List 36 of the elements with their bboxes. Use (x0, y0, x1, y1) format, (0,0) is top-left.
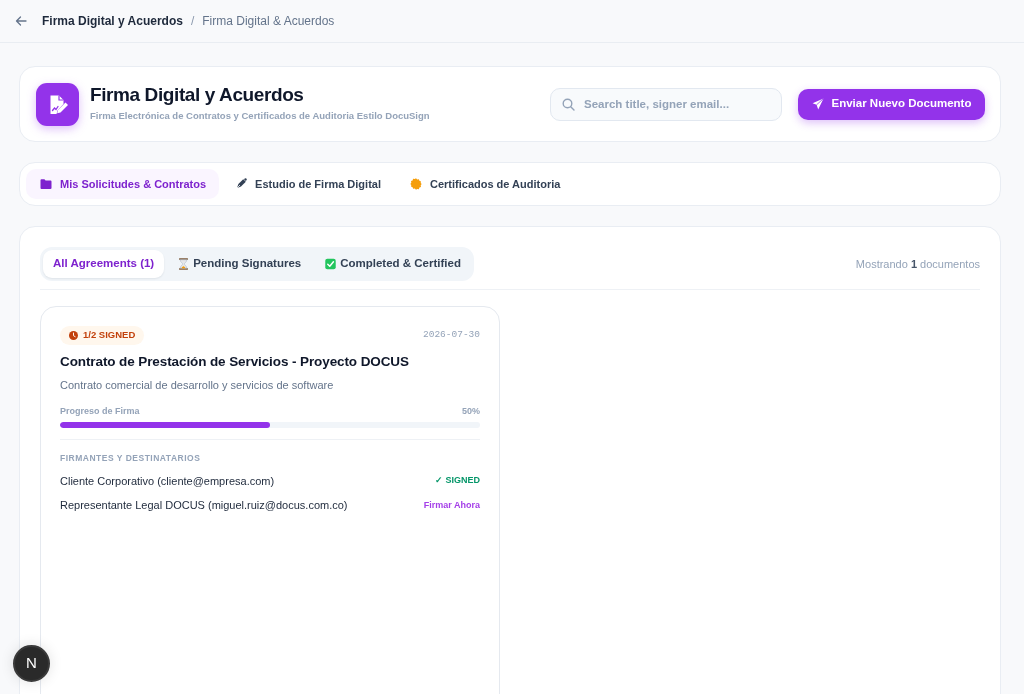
back-arrow-icon (15, 15, 27, 27)
result-count: Mostrando 1 documentos (855, 256, 980, 272)
fountain-pen-icon (235, 178, 248, 190)
signer-name: Representante Legal DOCUS (miguel.ruiz@docus.com.co) (60, 498, 348, 514)
nav-tab[interactable]: Mis Solicitudes & Contratos (26, 169, 220, 199)
document-title: Contrato de Prestación de Servicios - Proyecto DOCUS (60, 354, 410, 371)
document-description: Contrato comercial de desarrollo y servicios de software (60, 378, 335, 394)
filter-tab[interactable]: Pending Signatures (168, 250, 312, 278)
page-subtitle: Firma Electrónica de Contratos y Certificados de Auditoria Estilo DocuSign (90, 109, 430, 124)
progress-label: Progreso de Firma (60, 404, 140, 418)
breadcrumb-link[interactable]: Firma Digital y Acuerdos (42, 12, 183, 30)
back-button[interactable] (13, 13, 29, 29)
seal-icon (410, 178, 422, 190)
hourglass-icon (178, 258, 190, 270)
clock-icon (69, 331, 78, 340)
signer-name: Cliente Corporativo (cliente@empresa.com) (60, 473, 275, 489)
send-new-document-button[interactable]: Enviar Nuevo Documento (798, 88, 985, 120)
page-title: Firma Digital y Acuerdos (90, 84, 305, 107)
signers-heading: FIRMANTES Y DESTINATARIOS (60, 452, 202, 465)
folder-icon (40, 178, 52, 190)
signer-status: ✓ SIGNED (435, 474, 480, 488)
filter-tab[interactable]: Completed & Certified (315, 250, 471, 278)
search-field[interactable]: Search title, signer email... (550, 87, 782, 121)
paper-plane-icon (811, 98, 824, 110)
sign-now-link[interactable]: Firmar Ahora (423, 498, 480, 513)
breadcrumb-current: Firma Digital & Acuerdos (202, 13, 335, 30)
document-pen-icon (36, 82, 79, 126)
check-box-icon (325, 258, 337, 270)
nav-tab[interactable]: Certificados de Auditoria (396, 169, 574, 199)
filter-tab[interactable]: All Agreements (1) (43, 250, 165, 278)
breadcrumb-separator: / (190, 13, 195, 30)
document-date: 2026-07-30 (423, 328, 480, 343)
progress-value: 50% (462, 404, 480, 418)
status-badge: 1/2 SIGNED (60, 326, 145, 345)
search-icon (562, 97, 575, 111)
nav-tab[interactable]: Estudio de Firma Digital (221, 169, 394, 199)
